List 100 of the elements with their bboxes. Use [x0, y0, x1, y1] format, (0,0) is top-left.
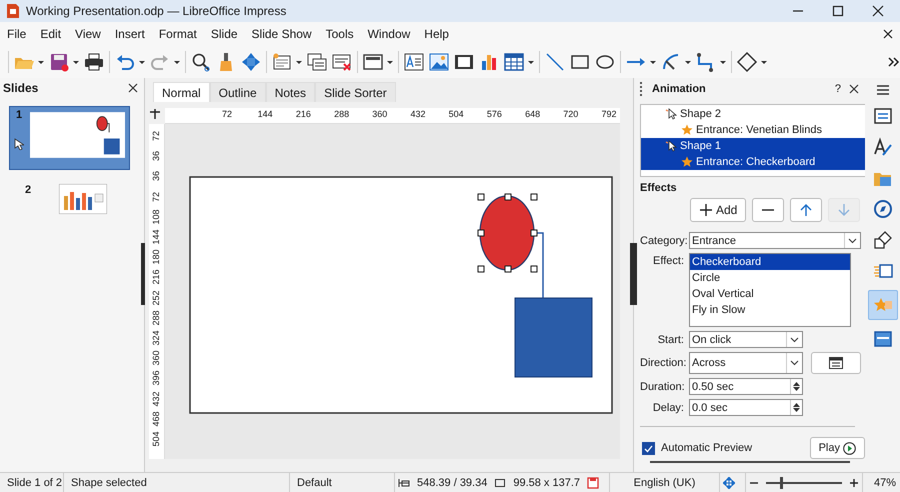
tab-stop-icon[interactable]: [149, 108, 161, 120]
dropdown-caret-icon[interactable]: [760, 60, 768, 64]
dropdown-caret-icon[interactable]: [649, 60, 657, 64]
dropdown-caret-icon[interactable]: [138, 60, 146, 64]
menu-item[interactable]: Edit: [33, 27, 68, 41]
dropdown-caret-icon[interactable]: [386, 60, 394, 64]
panel-title: Animation: [652, 83, 707, 95]
close-icon[interactable]: [882, 28, 894, 40]
menu-item[interactable]: View: [68, 27, 108, 41]
spin-up-icon[interactable]: [793, 403, 800, 407]
zoom-in-icon[interactable]: [849, 478, 859, 488]
direction-dropdown[interactable]: Across: [689, 352, 803, 374]
dropdown-caret-icon[interactable]: [37, 60, 45, 64]
find-replace-icon[interactable]: [190, 51, 212, 73]
ruler-number: 216: [151, 270, 161, 285]
spin-up-icon[interactable]: [793, 382, 800, 386]
duplicate-slide-icon[interactable]: [306, 51, 328, 73]
effect-list[interactable]: Checkerboard Circle Oval Vertical Fly in Slow: [689, 253, 851, 327]
menu-item[interactable]: Slide Show: [244, 27, 319, 41]
view-tab[interactable]: Slide Sorter: [315, 82, 396, 102]
animation-list-item[interactable]: Entrance: Venetian Blinds: [641, 122, 865, 138]
menu-icon[interactable]: [876, 83, 890, 97]
diamond-icon[interactable]: [736, 51, 758, 73]
dropdown-caret-icon[interactable]: [527, 60, 535, 64]
start-dropdown[interactable]: On click: [689, 331, 803, 348]
ruler-number: 360: [151, 350, 161, 366]
ruler-number: 504: [151, 431, 161, 447]
dropdown-caret-icon[interactable]: [72, 60, 80, 64]
field-label: Duration:: [640, 380, 686, 392]
menu-item[interactable]: File: [0, 27, 34, 41]
close-icon[interactable]: [870, 3, 886, 19]
view-tab[interactable]: Normal: [153, 82, 210, 102]
move-up-button[interactable]: [790, 198, 822, 222]
status-text: 99.58 x 137.7: [512, 476, 582, 488]
checkbox[interactable]: [642, 442, 655, 454]
menu-item[interactable]: Insert: [108, 27, 152, 41]
navigator-icon: [872, 199, 892, 219]
ruler-number: 72: [222, 109, 232, 119]
animation-list-item[interactable]: Shape 1: [641, 138, 865, 154]
menu-item[interactable]: Slide: [204, 27, 245, 41]
scrollbar-thumb[interactable]: [650, 461, 850, 463]
shape-name: Shape 2: [680, 108, 721, 120]
ruler-number: 504: [448, 109, 464, 119]
menu-item[interactable]: Format: [152, 27, 204, 41]
slide-thumbnail[interactable]: 1: [9, 106, 130, 170]
status-text: English (UK): [632, 476, 696, 488]
close-icon[interactable]: [849, 84, 859, 94]
add-button[interactable]: Add: [690, 198, 746, 222]
shapes-icon: [872, 230, 892, 250]
effect-option[interactable]: Oval Vertical: [690, 286, 850, 302]
move-icon[interactable]: [723, 476, 735, 488]
animation-list-item[interactable]: Shape 2: [641, 106, 865, 122]
view-tab[interactable]: Notes: [266, 82, 316, 102]
unsaved-document-icon[interactable]: [587, 476, 600, 488]
ruler-number: 792: [601, 109, 617, 119]
more-icon[interactable]: [888, 56, 900, 68]
dropdown-caret-icon[interactable]: [848, 238, 857, 244]
printer-icon[interactable]: [83, 51, 105, 73]
delay-field[interactable]: 0.0 sec: [689, 399, 803, 416]
menu-item[interactable]: Help: [417, 27, 456, 41]
dropdown-caret-icon[interactable]: [173, 60, 181, 64]
ruler-number: 576: [486, 109, 502, 119]
category-dropdown[interactable]: Entrance: [689, 232, 861, 249]
dropdown-caret-icon[interactable]: [790, 360, 799, 366]
master-slides-icon: [872, 329, 892, 349]
effect-options-button[interactable]: [811, 352, 861, 374]
transform-icon[interactable]: [240, 51, 262, 73]
dropdown-caret-icon[interactable]: [790, 336, 799, 342]
maximize-icon[interactable]: [830, 3, 846, 19]
spin-down-icon[interactable]: [793, 387, 800, 391]
dropdown-caret-icon[interactable]: [719, 60, 727, 64]
slider-thumb[interactable]: [780, 476, 784, 488]
splitter-handle[interactable]: [630, 243, 637, 305]
app-icon: [6, 3, 20, 19]
text-box-icon[interactable]: [403, 51, 425, 73]
dropdown-caret-icon[interactable]: [295, 60, 303, 64]
effect-option[interactable]: Circle: [690, 270, 850, 286]
menu-item[interactable]: Window: [360, 27, 418, 41]
duration-field[interactable]: 0.50 sec: [689, 378, 803, 395]
checkmark-icon: [644, 444, 653, 452]
dropdown-caret-icon[interactable]: [684, 60, 692, 64]
slide-thumbnail[interactable]: 2: [9, 182, 130, 228]
image-icon[interactable]: [428, 51, 450, 73]
spin-down-icon[interactable]: [793, 408, 800, 412]
down-arrow-icon: [837, 203, 852, 217]
status-text: Shape selected: [70, 476, 148, 488]
help-button[interactable]: ?: [834, 83, 841, 95]
drag-handle[interactable]: [640, 82, 644, 96]
play-button[interactable]: Play: [810, 437, 865, 459]
field-label: Start:: [656, 334, 685, 346]
ruler-number: 180: [151, 250, 161, 265]
animation-list-item[interactable]: Entrance: Checkerboard: [641, 154, 865, 170]
view-tab[interactable]: Outline: [210, 82, 266, 102]
field-label: Effect:: [652, 254, 685, 267]
table-icon[interactable]: [503, 51, 525, 73]
close-icon[interactable]: [128, 83, 138, 93]
effect-option[interactable]: Fly in Slow: [690, 302, 850, 318]
menu-item[interactable]: Tools: [318, 27, 361, 41]
line-icon[interactable]: [544, 51, 566, 73]
effect-option[interactable]: Checkerboard: [690, 254, 850, 270]
